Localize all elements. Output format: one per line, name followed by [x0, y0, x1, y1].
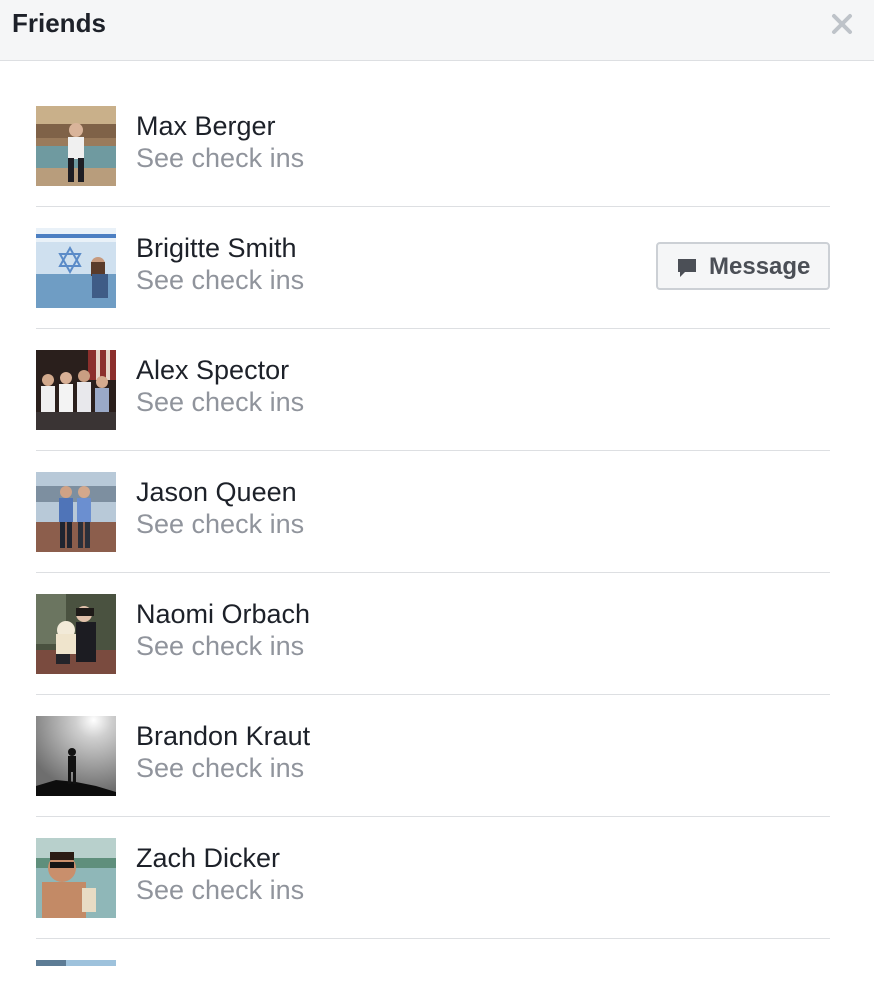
avatar[interactable] [36, 472, 116, 552]
list-item: Naomi Orbach See check ins [36, 573, 830, 695]
see-check-ins-link[interactable]: See check ins [136, 142, 304, 174]
avatar[interactable] [36, 716, 116, 796]
see-check-ins-link[interactable]: See check ins [136, 264, 304, 296]
see-check-ins-link[interactable]: See check ins [136, 630, 304, 662]
message-button-label: Message [709, 253, 811, 280]
friends-dialog: Friends Max Berger See check ins Brigitt… [0, 0, 874, 982]
list-item: Jason Queen See check ins [36, 451, 830, 573]
avatar[interactable] [36, 228, 116, 308]
avatar[interactable] [36, 350, 116, 430]
list-item [36, 939, 830, 982]
list-item: Max Berger See check ins [36, 85, 830, 207]
message-button[interactable]: Message [656, 242, 830, 290]
avatar[interactable] [36, 838, 116, 918]
avatar[interactable] [36, 594, 116, 674]
list-item: Brigitte Smith See check ins Message [36, 207, 830, 329]
friend-name[interactable]: Jason Queen [136, 476, 297, 508]
avatar[interactable] [36, 960, 116, 966]
friend-name[interactable]: Zach Dicker [136, 842, 280, 874]
avatar[interactable] [36, 106, 116, 186]
friend-name[interactable]: Max Berger [136, 110, 276, 142]
dialog-header: Friends [0, 0, 874, 61]
see-check-ins-link[interactable]: See check ins [136, 386, 304, 418]
close-icon[interactable] [826, 8, 858, 40]
see-check-ins-link[interactable]: See check ins [136, 752, 304, 784]
dialog-title: Friends [12, 8, 106, 38]
list-item: Zach Dicker See check ins [36, 817, 830, 939]
friend-name[interactable]: Brigitte Smith [136, 232, 297, 264]
message-bubble-icon [676, 257, 698, 279]
friend-name[interactable]: Naomi Orbach [136, 598, 310, 630]
list-item: Alex Spector See check ins [36, 329, 830, 451]
friend-name[interactable]: Brandon Kraut [136, 720, 310, 752]
see-check-ins-link[interactable]: See check ins [136, 508, 304, 540]
see-check-ins-link[interactable]: See check ins [136, 874, 304, 906]
friend-name[interactable]: Alex Spector [136, 354, 289, 386]
friends-list: Max Berger See check ins Brigitte Smith [36, 85, 830, 982]
list-item: Brandon Kraut See check ins [36, 695, 830, 817]
